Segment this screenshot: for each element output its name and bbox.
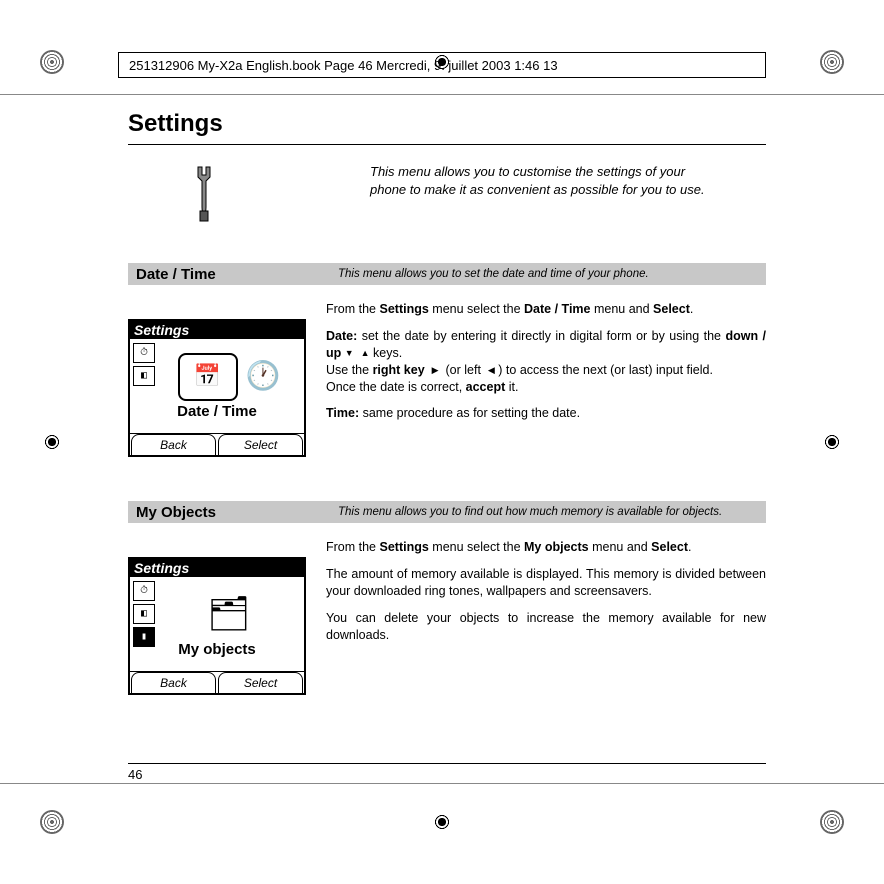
- text-bold: Settings: [380, 540, 429, 554]
- phone-main-label: My objects: [178, 641, 256, 658]
- paragraph: The amount of memory available is displa…: [326, 566, 766, 600]
- text: menu select the: [429, 540, 524, 554]
- crop-mark-icon: [823, 433, 841, 451]
- text-bold: Date:: [326, 329, 357, 343]
- section-body-text: From the Settings menu select the Date /…: [326, 301, 766, 457]
- section-body-text: From the Settings menu select the My obj…: [326, 539, 766, 695]
- softkey-back: Back: [131, 434, 216, 456]
- text-bold: My objects: [524, 540, 589, 554]
- phone-header: Settings: [130, 321, 304, 339]
- rule: [0, 94, 884, 95]
- section-desc: This menu allows you to find out how muc…: [338, 506, 722, 518]
- rule: [128, 763, 766, 764]
- rule: [0, 783, 884, 784]
- text-bold: Select: [651, 540, 688, 554]
- phone-small-icon: ⏱: [133, 343, 155, 363]
- text-bold: Time:: [326, 406, 359, 420]
- page-number: 46: [128, 767, 142, 782]
- text-bold: right key: [373, 363, 425, 377]
- down-triangle-icon: ▼: [345, 347, 354, 359]
- crop-mark-icon: [433, 813, 451, 831]
- crop-mark-icon: [820, 50, 844, 74]
- text: menu select the: [429, 302, 524, 316]
- phone-small-icon: ◧: [133, 366, 155, 386]
- text: From the: [326, 302, 380, 316]
- text: From the: [326, 540, 380, 554]
- softkey-back: Back: [131, 672, 216, 694]
- clock-icon: 🕐: [246, 359, 281, 394]
- phone-main-label: Date / Time: [177, 403, 257, 420]
- section-header-my-objects: My Objects This menu allows you to find …: [128, 501, 766, 523]
- text: menu and: [590, 302, 653, 316]
- section-title: My Objects: [128, 504, 338, 521]
- text: Use the: [326, 363, 373, 377]
- text: same procedure as for setting the date.: [359, 406, 580, 420]
- text: Once the date is correct,: [326, 380, 466, 394]
- text-bold: accept: [466, 380, 506, 394]
- softkey-select: Select: [218, 434, 303, 456]
- text: (or left: [442, 363, 484, 377]
- page-header: 251312906 My-X2a English.book Page 46 Me…: [118, 52, 766, 78]
- text-bold: Settings: [380, 302, 429, 316]
- text: .: [690, 302, 693, 316]
- phone-screenshot-date-time: Settings ⏱ ◧ 📅 🕐 Date / Time Back Select: [128, 319, 306, 457]
- section-desc: This menu allows you to set the date and…: [338, 268, 649, 280]
- objects-icon: 🗂: [199, 591, 259, 639]
- left-triangle-icon: ◀: [488, 364, 495, 376]
- crop-mark-icon: [820, 810, 844, 834]
- text-bold: Select: [653, 302, 690, 316]
- section-header-date-time: Date / Time This menu allows you to set …: [128, 263, 766, 285]
- softkey-select: Select: [218, 672, 303, 694]
- phone-header: Settings: [130, 559, 304, 577]
- text: it.: [505, 380, 518, 394]
- intro-text: This menu allows you to customise the se…: [370, 163, 710, 223]
- text: menu and: [589, 540, 652, 554]
- text: .: [688, 540, 691, 554]
- paragraph: You can delete your objects to increase …: [326, 610, 766, 644]
- header-text: 251312906 My-X2a English.book Page 46 Me…: [129, 58, 558, 73]
- text: keys.: [370, 346, 403, 360]
- up-triangle-icon: ▲: [361, 347, 370, 359]
- wrench-icon: [188, 163, 220, 223]
- right-triangle-icon: ▶: [432, 364, 439, 376]
- text-bold: Date / Time: [524, 302, 590, 316]
- phone-small-icon: ▮: [133, 627, 155, 647]
- page-title: Settings: [128, 110, 766, 145]
- calendar-icon: 📅: [178, 353, 238, 401]
- crop-mark-icon: [40, 50, 64, 74]
- crop-mark-icon: [40, 810, 64, 834]
- phone-screenshot-my-objects: Settings ⏱ ◧ ▮ 🗂 My objects Back Select: [128, 557, 306, 695]
- crop-mark-icon: [43, 433, 61, 451]
- text: set the date by entering it directly in …: [357, 329, 725, 343]
- phone-small-icon: ◧: [133, 604, 155, 624]
- text: ) to access the next (or last) input fie…: [495, 363, 713, 377]
- phone-small-icon: ⏱: [133, 581, 155, 601]
- section-title: Date / Time: [128, 266, 338, 283]
